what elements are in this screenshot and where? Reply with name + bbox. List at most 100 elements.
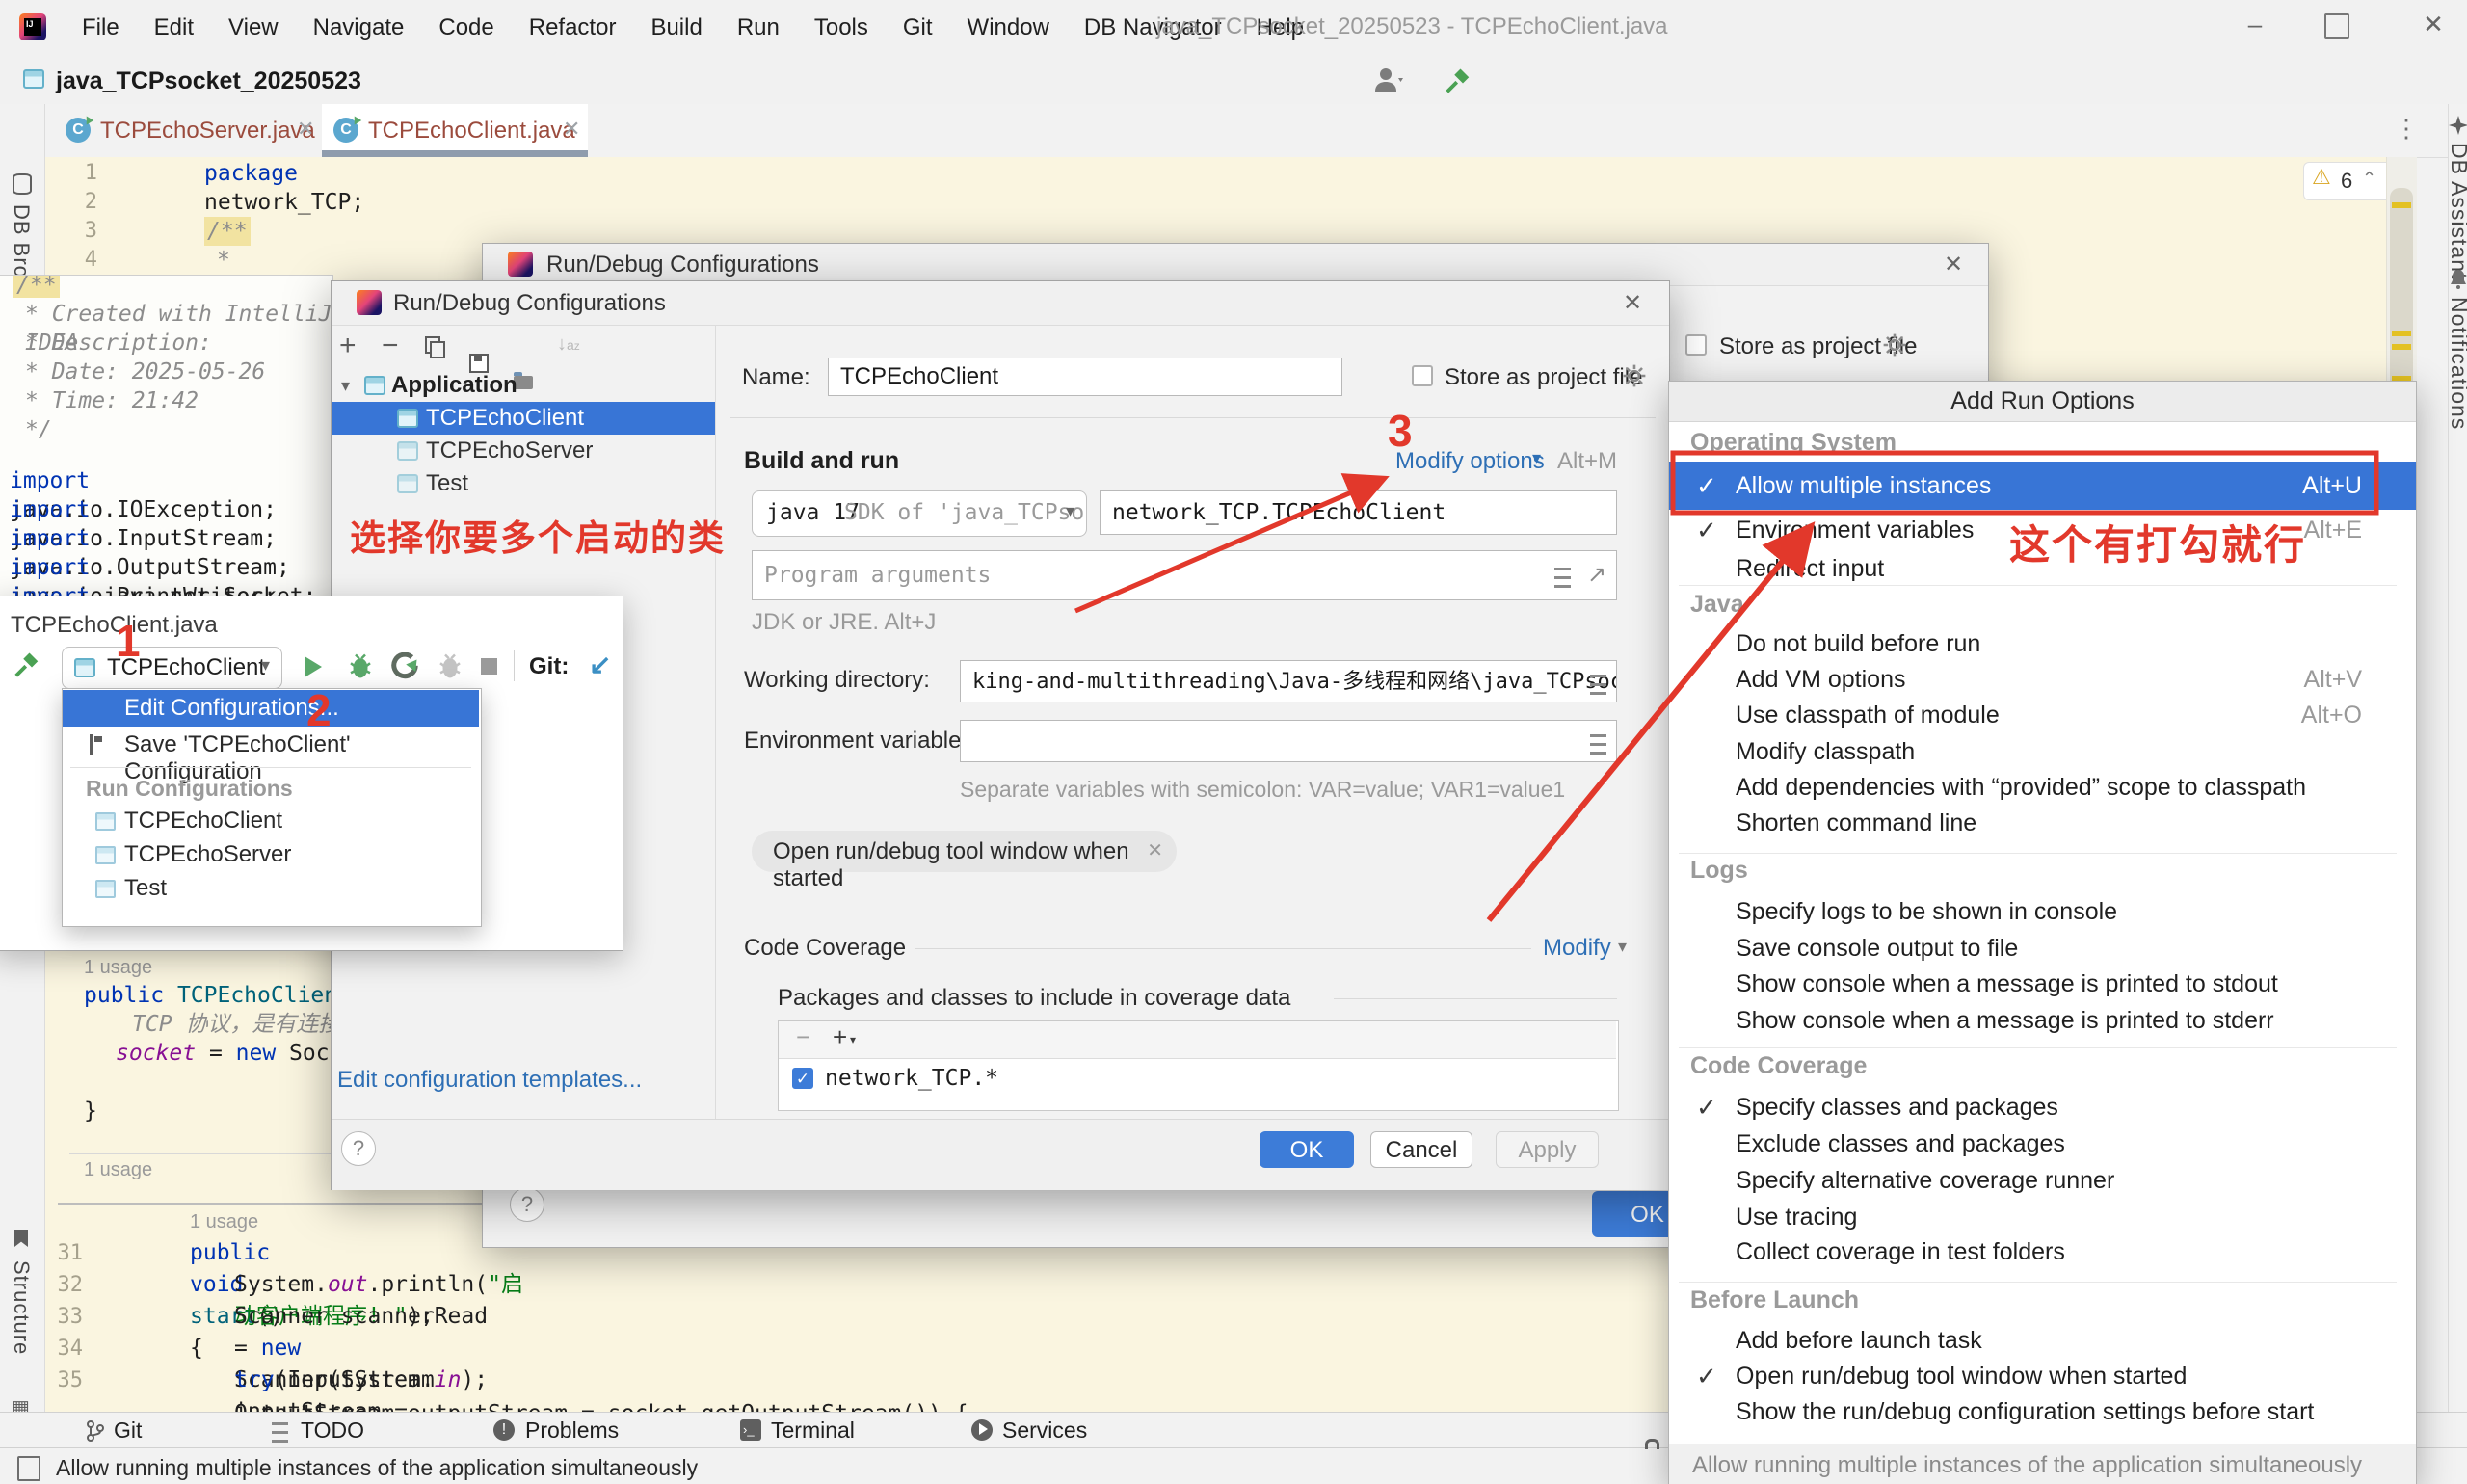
modify-options-link[interactable]: Modify options: [1395, 448, 1545, 475]
popup-header[interactable]: Add Run Options: [1669, 382, 2416, 422]
option-use-tracing[interactable]: Use tracing: [1669, 1200, 2416, 1235]
menu-item-test[interactable]: Test: [63, 872, 479, 906]
ok-button[interactable]: OK: [1260, 1131, 1354, 1168]
toolwindow-problems[interactable]: Problems: [525, 1418, 619, 1444]
working-directory-input[interactable]: king-and-multithreading\Java-多线程和网络\java…: [960, 660, 1617, 702]
close-tab-icon[interactable]: ✕: [297, 117, 314, 142]
build-hammer-icon[interactable]: [1444, 66, 1472, 95]
prev-chevron-icon[interactable]: ⌃: [2362, 169, 2376, 189]
open-toolwindow-chip[interactable]: Open run/debug tool window when started …: [752, 831, 1177, 872]
menu-item-tcpechoserver[interactable]: TCPEchoServer: [63, 838, 479, 872]
usage-hint[interactable]: 1 usage: [84, 1159, 152, 1181]
list-icon[interactable]: [1554, 568, 1571, 588]
option-show-console-stderr[interactable]: Show console when a message is printed t…: [1669, 1003, 2416, 1039]
remove-chip-icon[interactable]: ✕: [1147, 838, 1163, 862]
usage-hint[interactable]: 1 usage: [84, 957, 152, 979]
option-modify-classpath[interactable]: Modify classpath: [1669, 734, 2416, 770]
sdk-selector[interactable]: java 17 SDK of 'java_TCPso ▾: [752, 490, 1087, 537]
toolwindow-git[interactable]: Git: [114, 1418, 142, 1444]
option-add-vm-options[interactable]: Add VM optionsAlt+V: [1669, 662, 2416, 698]
program-arguments-input[interactable]: [752, 550, 1617, 600]
menu-navigate[interactable]: Navigate: [313, 14, 405, 41]
bookmarks-icon[interactable]: [14, 1230, 28, 1247]
tree-item-tcpechoclient[interactable]: TCPEchoClient: [332, 402, 715, 435]
option-save-console-output[interactable]: Save console output to file: [1669, 931, 2416, 967]
option-specify-logs[interactable]: Specify logs to be shown in console: [1669, 894, 2416, 930]
stripe-structure[interactable]: Structure: [9, 1260, 34, 1355]
store-checkbox[interactable]: [1412, 365, 1433, 386]
option-shorten-command-line[interactable]: Shorten command line: [1669, 806, 2416, 841]
run-button[interactable]: [305, 656, 322, 677]
option-use-classpath[interactable]: Use classpath of moduleAlt+O: [1669, 698, 2416, 733]
db-assistant-icon[interactable]: [2449, 116, 2467, 135]
main-class-input[interactable]: [1100, 490, 1617, 535]
cancel-button[interactable]: Cancel: [1370, 1131, 1472, 1168]
db-browser-icon[interactable]: [13, 173, 32, 195]
option-do-not-build[interactable]: Do not build before run: [1669, 626, 2416, 662]
menu-item-edit-configurations[interactable]: Edit Configurations...: [63, 690, 479, 727]
maximize-button[interactable]: [2324, 13, 2349, 39]
help-button[interactable]: ?: [510, 1187, 544, 1222]
stripe-notifications[interactable]: Notifications: [2446, 297, 2467, 430]
tree-group-application[interactable]: ▾ Application: [332, 369, 715, 402]
option-alternative-runner[interactable]: Specify alternative coverage runner: [1669, 1163, 2416, 1199]
git-update-icon[interactable]: ↙: [589, 649, 611, 680]
outer-store-checkbox[interactable]: [1685, 334, 1707, 356]
option-collect-test-folders[interactable]: Collect coverage in test folders: [1669, 1234, 2416, 1270]
edit-templates-link[interactable]: Edit configuration templates...: [337, 1067, 642, 1094]
env-variables-input[interactable]: [960, 720, 1617, 762]
tree-item-tcpechoserver[interactable]: TCPEchoServer: [332, 435, 715, 467]
option-open-toolwindow[interactable]: ✓Open run/debug tool window when started: [1669, 1359, 2416, 1394]
menu-refactor[interactable]: Refactor: [529, 14, 617, 41]
coverage-row[interactable]: ✓ network_TCP.*: [779, 1058, 1616, 1099]
scrollbar-warning-mark[interactable]: [2392, 344, 2411, 350]
option-show-console-stdout[interactable]: Show console when a message is printed t…: [1669, 967, 2416, 1002]
option-allow-multiple-instances[interactable]: ✓ Allow multiple instances Alt+U: [1669, 462, 2416, 510]
menu-item-save-configuration[interactable]: Save 'TCPEchoClient' Configuration: [63, 727, 479, 763]
close-icon[interactable]: ✕: [1623, 289, 1642, 317]
remove-row-icon[interactable]: −: [796, 1022, 810, 1052]
row-checkbox[interactable]: ✓: [792, 1068, 813, 1089]
kebab-menu-icon[interactable]: ⋮: [2394, 114, 2419, 144]
close-tab-icon[interactable]: ✕: [563, 117, 580, 142]
option-specify-classes[interactable]: ✓Specify classes and packages: [1669, 1090, 2416, 1126]
expand-icon[interactable]: ↗: [1587, 561, 1606, 589]
list-icon[interactable]: [1590, 675, 1606, 695]
toolwindow-terminal[interactable]: Terminal: [771, 1418, 855, 1444]
option-show-settings-before-start[interactable]: Show the run/debug configuration setting…: [1669, 1394, 2416, 1430]
chevron-expanded-icon[interactable]: ▾: [341, 369, 350, 402]
scrollbar-warning-mark[interactable]: [2392, 331, 2411, 336]
gear-icon[interactable]: [1882, 332, 1907, 358]
add-row-icon[interactable]: +: [833, 1022, 847, 1052]
close-icon[interactable]: ✕: [1944, 251, 1963, 278]
minimize-button[interactable]: –: [2236, 10, 2274, 44]
option-add-dependencies[interactable]: Add dependencies with “provided” scope t…: [1669, 770, 2416, 806]
scrollbar-warning-mark[interactable]: [2392, 202, 2411, 208]
build-hammer-icon[interactable]: [13, 650, 41, 679]
debug-icon[interactable]: [346, 652, 375, 681]
menu-window[interactable]: Window: [968, 14, 1049, 41]
user-icon[interactable]: [1373, 66, 1406, 93]
name-input[interactable]: [828, 358, 1342, 396]
close-button[interactable]: ✕: [2414, 10, 2453, 44]
option-add-before-launch[interactable]: Add before launch task: [1669, 1323, 2416, 1359]
dialog-titlebar[interactable]: Run/Debug Configurations ✕: [332, 281, 1669, 326]
list-icon[interactable]: [1590, 734, 1606, 755]
menu-git[interactable]: Git: [903, 14, 933, 41]
menu-file[interactable]: File: [82, 14, 119, 41]
add-config-icon[interactable]: +: [339, 330, 357, 362]
run-config-selector[interactable]: TCPEchoClient ▾: [62, 647, 282, 689]
copy-config-icon[interactable]: [425, 336, 440, 354]
menu-view[interactable]: View: [228, 14, 279, 41]
menu-build[interactable]: Build: [650, 14, 702, 41]
help-button[interactable]: ?: [341, 1131, 376, 1166]
menu-code[interactable]: Code: [438, 14, 493, 41]
profiler-icon[interactable]: [390, 652, 419, 681]
project-name[interactable]: java_TCPsocket_20250523: [56, 67, 361, 95]
menu-run[interactable]: Run: [737, 14, 780, 41]
toolwindow-services[interactable]: Services: [1002, 1418, 1087, 1444]
tab-tcpechoserver[interactable]: C TCPEchoServer.java ✕: [58, 104, 320, 157]
option-exclude-classes[interactable]: Exclude classes and packages: [1669, 1126, 2416, 1162]
coverage-modify-link[interactable]: Modify: [1543, 935, 1611, 962]
gear-icon[interactable]: [1622, 363, 1647, 388]
